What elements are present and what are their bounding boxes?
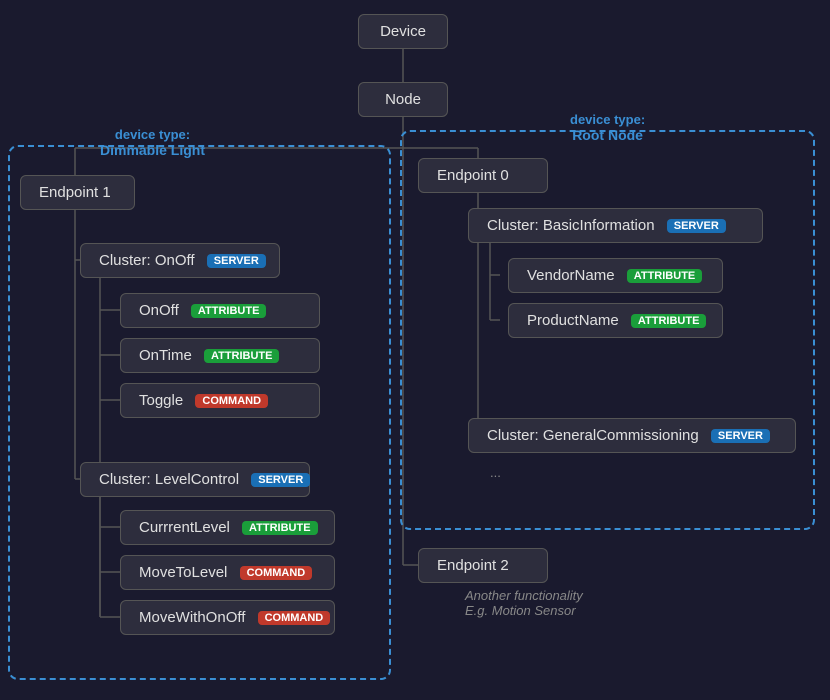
- cluster-generalcommissioning: Cluster: GeneralCommissioning SERVER: [468, 418, 796, 453]
- currentlevel-attr-badge: ATTRIBUTE: [242, 521, 318, 535]
- movewithonoff-cmd-badge: COMMAND: [258, 611, 331, 625]
- dimmable-light-label: device type:Dimmable Light: [100, 127, 205, 158]
- levelcontrol-server-badge: SERVER: [251, 473, 310, 487]
- movetolevel-cmd-badge: COMMAND: [240, 566, 313, 580]
- onoff-server-badge: SERVER: [207, 254, 266, 268]
- vendorname-attribute: VendorName ATTRIBUTE: [508, 258, 723, 293]
- toggle-command: Toggle COMMAND: [120, 383, 320, 418]
- currentlevel-attribute: CurrrentLevel ATTRIBUTE: [120, 510, 335, 545]
- endpoint-0: Endpoint 0: [418, 158, 548, 193]
- endpoint-2: Endpoint 2: [418, 548, 548, 583]
- productname-attribute: ProductName ATTRIBUTE: [508, 303, 723, 338]
- ontime-attribute: OnTime ATTRIBUTE: [120, 338, 320, 373]
- device-node: Device: [358, 14, 448, 49]
- onoff-attribute: OnOff ATTRIBUTE: [120, 293, 320, 328]
- movetolevel-command: MoveToLevel COMMAND: [120, 555, 335, 590]
- ellipsis: ...: [490, 464, 501, 482]
- vendorname-attr-badge: ATTRIBUTE: [627, 269, 703, 283]
- root-node-label: device type:Root Node: [570, 112, 645, 143]
- onoff-attr-badge: ATTRIBUTE: [191, 304, 267, 318]
- movewithonoff-command: MoveWithOnOff COMMAND: [120, 600, 335, 635]
- generalcommissioning-server-badge: SERVER: [711, 429, 770, 443]
- diagram: device type:Dimmable Light device type:R…: [0, 0, 830, 700]
- node-node: Node: [358, 82, 448, 117]
- cluster-basicinfo: Cluster: BasicInformation SERVER: [468, 208, 763, 243]
- ontime-attr-badge: ATTRIBUTE: [204, 349, 280, 363]
- basicinfo-server-badge: SERVER: [667, 219, 726, 233]
- endpoint-1: Endpoint 1: [20, 175, 135, 210]
- toggle-cmd-badge: COMMAND: [195, 394, 268, 408]
- ep2-description: Another functionality E.g. Motion Sensor: [465, 588, 583, 618]
- cluster-onoff: Cluster: OnOff SERVER: [80, 243, 280, 278]
- cluster-levelcontrol: Cluster: LevelControl SERVER: [80, 462, 310, 497]
- productname-attr-badge: ATTRIBUTE: [631, 314, 707, 328]
